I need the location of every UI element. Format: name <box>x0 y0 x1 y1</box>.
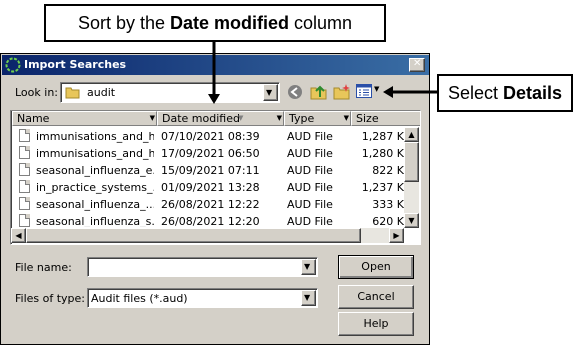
details-arrow <box>383 86 437 98</box>
callout-arrows <box>208 42 437 104</box>
sort-arrow <box>208 42 220 104</box>
